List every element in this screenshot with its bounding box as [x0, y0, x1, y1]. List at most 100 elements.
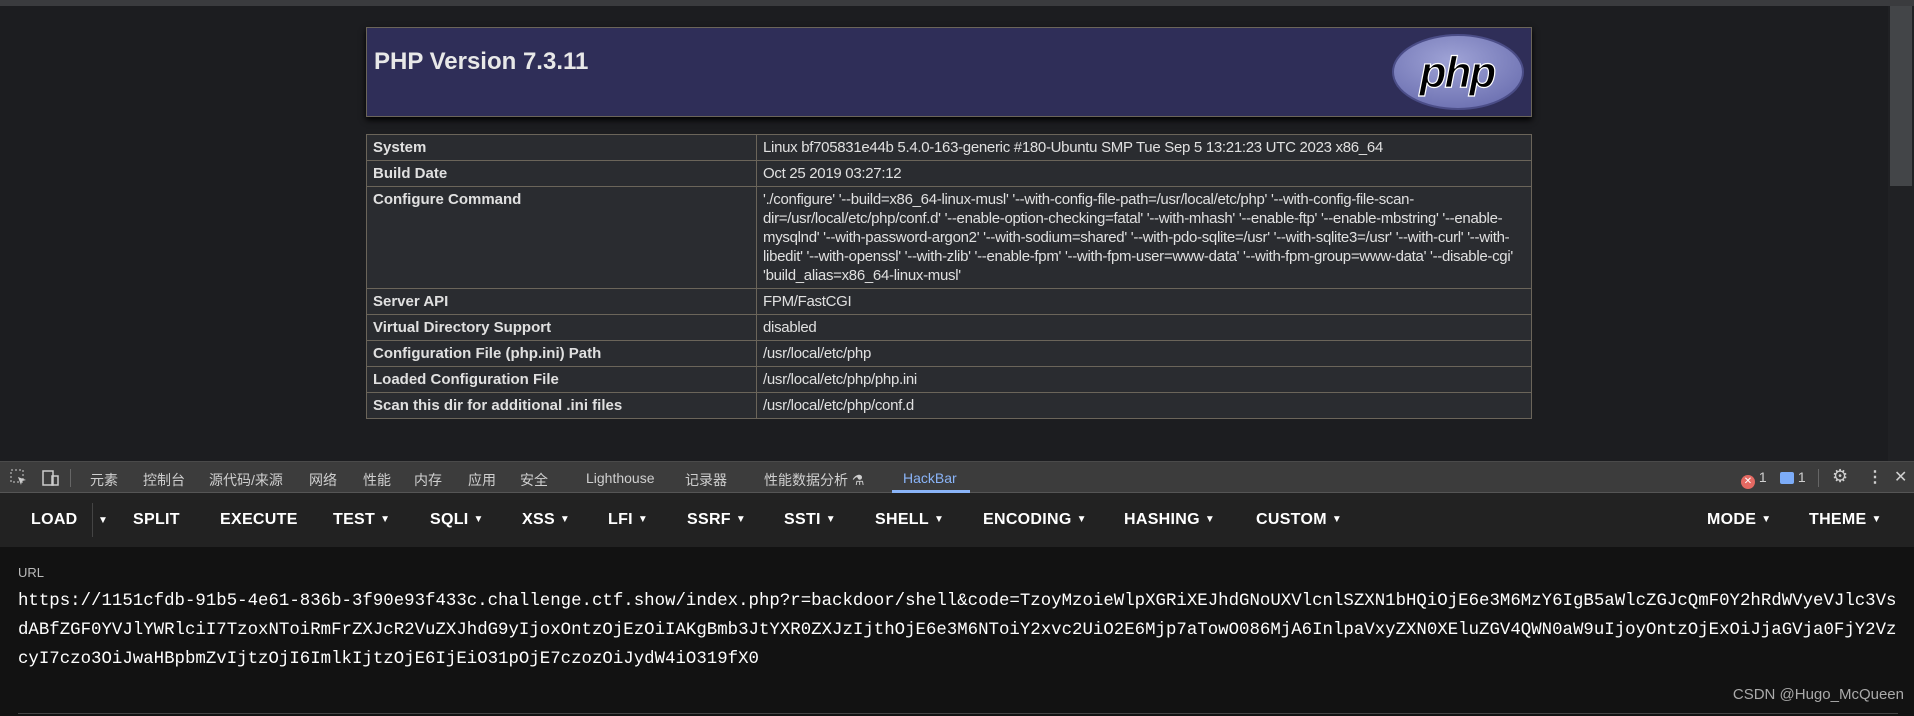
tab-elements[interactable]: 元素: [90, 470, 118, 490]
table-row: Configure Command './configure' '--build=…: [366, 186, 1532, 289]
divider: [70, 469, 71, 487]
device-toolbar-icon[interactable]: [40, 468, 60, 488]
url-label: URL: [18, 565, 45, 580]
ssti-menu[interactable]: SSTI ▼: [784, 511, 836, 529]
theme-menu[interactable]: THEME ▼: [1809, 511, 1882, 529]
divider: [92, 503, 93, 537]
menu-label: SSRF: [687, 511, 731, 528]
menu-label: SHELL: [875, 511, 929, 528]
ssrf-menu[interactable]: SSRF ▼: [687, 511, 746, 529]
menu-label: LFI: [608, 511, 633, 528]
encoding-menu[interactable]: ENCODING ▼: [983, 511, 1087, 529]
settings-gear-icon[interactable]: ⚙: [1832, 466, 1848, 487]
tab-performance[interactable]: 性能: [363, 470, 391, 490]
error-count-value: 1: [1758, 469, 1767, 485]
tab-sources[interactable]: 源代码/来源: [209, 470, 283, 490]
error-count[interactable]: ✕ 1: [1741, 469, 1767, 489]
message-icon: [1780, 472, 1794, 484]
shell-menu[interactable]: SHELL ▼: [875, 511, 944, 529]
url-input-underline: [18, 713, 1898, 714]
tab-hackbar[interactable]: HackBar: [903, 470, 957, 486]
row-key: Loaded Configuration File: [366, 366, 757, 393]
sqli-menu[interactable]: SQLI ▼: [430, 511, 484, 529]
tab-console[interactable]: 控制台: [143, 470, 185, 490]
row-key: Build Date: [366, 160, 757, 187]
hashing-menu[interactable]: HASHING ▼: [1124, 511, 1215, 529]
close-devtools-icon[interactable]: ✕: [1894, 467, 1907, 487]
row-value: /usr/local/etc/php/conf.d: [756, 392, 1532, 419]
lfi-menu[interactable]: LFI ▼: [608, 511, 648, 529]
phpinfo-page: PHP Version 7.3.11 php System Linux bf705…: [0, 6, 1888, 461]
menu-label: TEST: [333, 511, 376, 528]
menu-label: ENCODING: [983, 511, 1072, 528]
caret-down-icon: ▼: [637, 514, 649, 525]
row-key: Configuration File (php.ini) Path: [366, 340, 757, 367]
menu-label: XSS: [522, 511, 555, 528]
row-value: Oct 25 2019 03:27:12: [756, 160, 1532, 187]
row-value: /usr/local/etc/php/php.ini: [756, 366, 1532, 393]
tab-memory[interactable]: 内存: [414, 470, 442, 490]
row-key: Scan this dir for additional .ini files: [366, 392, 757, 419]
row-value: /usr/local/etc/php: [756, 340, 1532, 367]
load-button[interactable]: LOAD: [31, 511, 78, 529]
tab-security[interactable]: 安全: [520, 470, 548, 490]
menu-label: THEME: [1809, 511, 1867, 528]
page-title: PHP Version 7.3.11: [374, 48, 589, 75]
flask-icon: ⚗: [851, 472, 865, 488]
row-key: Configure Command: [366, 186, 757, 289]
error-icon: ✕: [1741, 475, 1755, 489]
more-options-icon[interactable]: ⋮: [1867, 467, 1883, 487]
caret-down-icon: ▼: [1871, 514, 1882, 525]
menu-label: SQLI: [430, 511, 469, 528]
tab-label: 性能数据分析: [764, 472, 848, 488]
row-value: FPM/FastCGI: [756, 288, 1532, 315]
row-key: Virtual Directory Support: [366, 314, 757, 341]
caret-down-icon: ▼: [735, 514, 747, 525]
tab-application[interactable]: 应用: [468, 470, 496, 490]
mode-menu[interactable]: MODE ▼: [1707, 511, 1771, 529]
php-header: PHP Version 7.3.11 php: [366, 27, 1532, 117]
tab-recorder[interactable]: 记录器: [685, 470, 727, 490]
row-value: disabled: [756, 314, 1532, 341]
table-row: System Linux bf705831e44b 5.4.0-163-gener…: [366, 134, 1532, 161]
caret-down-icon: ▼: [1761, 514, 1772, 525]
message-count[interactable]: 1: [1780, 469, 1806, 485]
test-menu[interactable]: TEST ▼: [333, 511, 390, 529]
menu-label: HASHING: [1124, 511, 1200, 528]
tab-lighthouse[interactable]: Lighthouse: [586, 470, 655, 486]
caret-down-icon: ▼: [1076, 514, 1087, 525]
custom-menu[interactable]: CUSTOM ▼: [1256, 511, 1342, 529]
caret-down-icon: ▼: [933, 514, 945, 525]
table-row: Virtual Directory Support disabled: [366, 314, 1532, 341]
inspect-element-icon[interactable]: [9, 468, 29, 488]
menu-label: MODE: [1707, 511, 1757, 528]
hackbar-toolbar: LOAD ▼ SPLIT EXECUTE TEST ▼ SQLI ▼ XSS ▼ LF…: [0, 493, 1914, 547]
caret-down-icon: ▼: [473, 514, 484, 525]
watermark: CSDN @Hugo_McQueen: [1732, 686, 1904, 703]
xss-menu[interactable]: XSS ▼: [522, 511, 570, 529]
caret-down-icon: ▼: [825, 514, 836, 525]
tab-performance-insights[interactable]: 性能数据分析 ⚗: [764, 470, 864, 490]
scrollbar-thumb[interactable]: [1890, 6, 1912, 186]
caret-down-icon: ▼: [380, 514, 391, 525]
php-info-table: System Linux bf705831e44b 5.4.0-163-gener…: [366, 134, 1532, 419]
table-row: Loaded Configuration File/usr/local/etc/…: [366, 366, 1532, 393]
table-row: Configuration File (php.ini) Path/usr/lo…: [366, 340, 1532, 367]
url-panel: URL https://1151cfdb-91b5-4e61-836b-3f90…: [0, 547, 1914, 716]
menu-label: CUSTOM: [1256, 511, 1327, 528]
execute-button[interactable]: EXECUTE: [220, 511, 298, 529]
split-button[interactable]: SPLIT: [133, 511, 180, 529]
load-dropdown-caret-icon[interactable]: ▼: [98, 515, 108, 526]
tab-network[interactable]: 网络: [309, 470, 337, 490]
row-value: './configure' '--build=x86_64-linux-musl…: [756, 186, 1532, 289]
caret-down-icon: ▼: [1204, 514, 1216, 525]
row-key: System: [366, 134, 757, 161]
message-count-value: 1: [1797, 469, 1806, 485]
row-key: Server API: [366, 288, 757, 315]
table-row: Build Date Oct 25 2019 03:27:12: [366, 160, 1532, 187]
devtools-tab-bar: 元素 控制台 源代码/来源 网络 性能 内存 应用 安全 Lighthouse …: [0, 461, 1914, 493]
url-input[interactable]: https://1151cfdb-91b5-4e61-836b-3f90e93f…: [18, 587, 1898, 674]
table-row: Scan this dir for additional .ini files /…: [366, 392, 1532, 419]
svg-text:php: php: [1419, 48, 1496, 97]
table-row: Server API FPM/FastCGI: [366, 288, 1532, 315]
